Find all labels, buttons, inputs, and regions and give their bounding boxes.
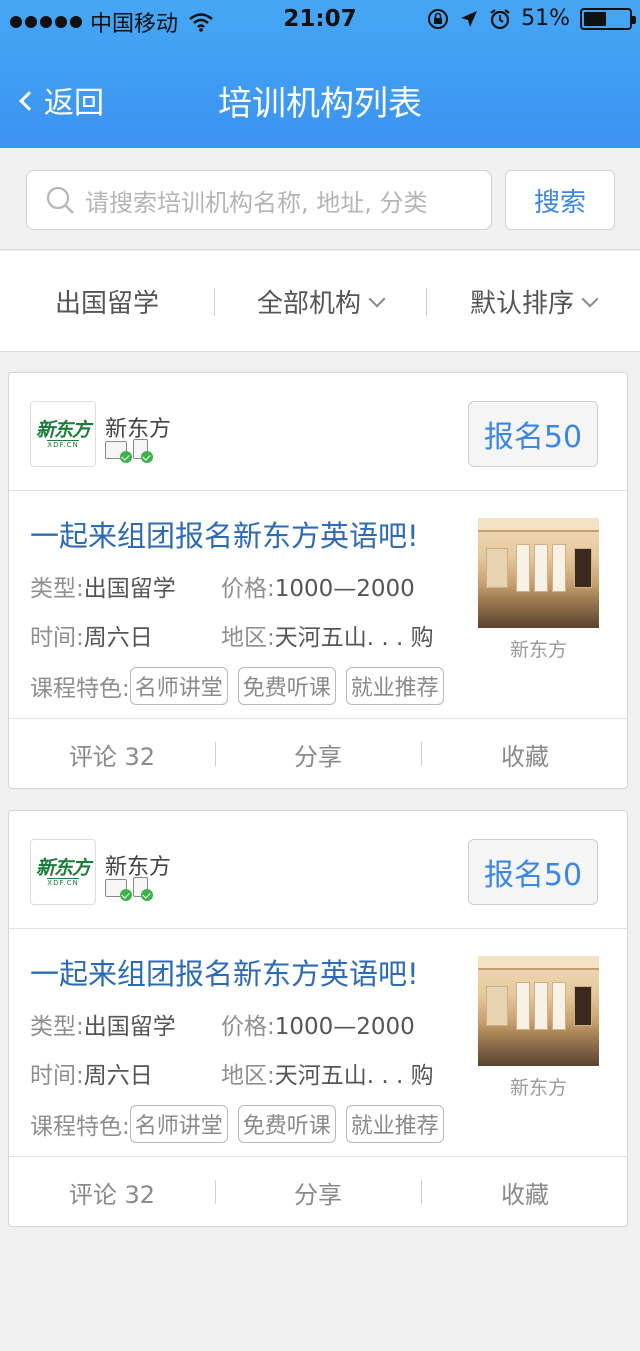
favorite-button[interactable]: 收藏 (421, 1157, 629, 1227)
course-type: 类型:出国留学 (30, 1007, 176, 1041)
filter-category-label: 出国留学 (54, 289, 159, 319)
status-right: 51% (427, 6, 636, 31)
type-label: 类型: (30, 576, 84, 602)
feature-tag: 名师讲堂 (129, 667, 228, 705)
chevron-down-icon (368, 290, 386, 307)
id-verified-icon (105, 879, 132, 901)
phone-verified-icon (133, 439, 153, 463)
type-label: 类型: (30, 1014, 84, 1040)
feature-tag: 名师讲堂 (129, 1105, 228, 1143)
feature-tag: 免费听课 (237, 1105, 336, 1143)
area-label: 地区: (221, 1063, 275, 1089)
course-title[interactable]: 一起来组团报名新东方英语吧! (30, 951, 419, 993)
price-value: 1000—2000 (274, 576, 415, 602)
filter-sort-label: 默认排序 (469, 289, 574, 319)
enroll-button[interactable]: 报名50 (468, 839, 598, 905)
logo-text: 新东方 (35, 418, 91, 441)
share-button[interactable]: 分享 (215, 1157, 421, 1227)
id-verified-icon (105, 441, 132, 463)
area-label: 地区: (221, 625, 275, 651)
share-button[interactable]: 分享 (215, 719, 421, 789)
course-features: 课程特色: 名师讲堂 免费听课 就业推荐 (30, 667, 454, 705)
search-input[interactable]: 请搜索培训机构名称, 地址, 分类 (26, 170, 492, 230)
feature-tag: 就业推荐 (345, 1105, 444, 1143)
battery-percent: 51% (521, 6, 570, 31)
type-value: 出国留学 (83, 576, 176, 602)
org-logo: 新东方 XDF.CN (30, 839, 96, 905)
favorite-button[interactable]: 收藏 (421, 719, 629, 789)
time-label: 时间: (30, 625, 84, 651)
card-actions: 评论 32 分享 收藏 (9, 1156, 627, 1226)
phone-verified-icon (133, 877, 153, 901)
card-actions: 评论 32 分享 收藏 (9, 718, 627, 788)
search-bar: 请搜索培训机构名称, 地址, 分类 搜索 (0, 148, 640, 250)
filter-org-dropdown[interactable]: 全部机构 (214, 251, 426, 352)
course-title[interactable]: 一起来组团报名新东方英语吧! (30, 513, 419, 555)
filter-org-label: 全部机构 (256, 289, 361, 319)
status-bar: 中国移动 21:07 51% (0, 0, 640, 40)
filter-sort-dropdown[interactable]: 默认排序 (426, 251, 640, 352)
enroll-button[interactable]: 报名50 (468, 401, 598, 467)
feature-tag: 就业推荐 (345, 667, 444, 705)
comments-button[interactable]: 评论 32 (9, 1157, 215, 1227)
verification-badges (105, 877, 153, 901)
page-title: 培训机构列表 (218, 84, 422, 124)
logo-subtext: XDF.CN (47, 439, 79, 449)
rotation-lock-icon (428, 8, 449, 29)
course-time: 时间:周六日 (30, 1056, 153, 1090)
price-label: 价格: (221, 576, 275, 602)
price-value: 1000—2000 (274, 1014, 415, 1040)
card-header: 新东方 XDF.CN 新东方 报名50 (9, 811, 627, 929)
features-label: 课程特色: (30, 1114, 130, 1140)
time-value: 周六日 (83, 625, 153, 651)
alarm-icon (490, 8, 510, 29)
chevron-down-icon (581, 290, 599, 307)
thumbnail-caption: 新东方 (509, 639, 567, 661)
time-label: 时间: (30, 1063, 84, 1089)
filter-category[interactable]: 出国留学 (0, 251, 214, 352)
course-area: 地区:天河五山. . . 购 (221, 618, 434, 652)
course-price: 价格:1000—2000 (221, 1007, 415, 1041)
search-icon (46, 186, 74, 214)
filter-bar: 出国留学 全部机构 默认排序 (0, 251, 640, 352)
feature-tag: 免费听课 (237, 667, 336, 705)
search-placeholder: 请搜索培训机构名称, 地址, 分类 (85, 188, 428, 217)
features-label: 课程特色: (30, 676, 130, 702)
course-area: 地区:天河五山. . . 购 (221, 1056, 434, 1090)
thumbnail-caption: 新东方 (509, 1077, 567, 1099)
verification-badges (105, 439, 153, 463)
course-price: 价格:1000—2000 (221, 569, 415, 603)
course-thumbnail[interactable] (478, 956, 599, 1066)
org-logo: 新东方 XDF.CN (30, 401, 96, 467)
logo-subtext: XDF.CN (47, 877, 79, 887)
battery-fill (584, 11, 606, 26)
search-button[interactable]: 搜索 (505, 170, 615, 230)
comments-button[interactable]: 评论 32 (9, 719, 215, 789)
course-features: 课程特色: 名师讲堂 免费听课 就业推荐 (30, 1105, 454, 1143)
course-thumbnail[interactable] (478, 518, 599, 628)
battery-icon (580, 7, 636, 30)
course-time: 时间:周六日 (30, 618, 153, 652)
org-card[interactable]: 新东方 XDF.CN 新东方 报名50 一起来组团报名新东方英语吧! 类型:出国… (8, 372, 628, 789)
card-header: 新东方 XDF.CN 新东方 报名50 (9, 373, 627, 491)
org-card[interactable]: 新东方 XDF.CN 新东方 报名50 一起来组团报名新东方英语吧! 类型:出国… (8, 810, 628, 1227)
area-value: 天河五山. . . 购 (274, 625, 434, 651)
logo-text: 新东方 (35, 856, 91, 879)
area-value: 天河五山. . . 购 (274, 1063, 434, 1089)
app-header: 中国移动 21:07 51% 返回 培训机构列表 (0, 0, 640, 148)
type-value: 出国留学 (83, 1014, 176, 1040)
location-arrow-icon (461, 10, 478, 27)
course-type: 类型:出国留学 (30, 569, 176, 603)
time-value: 周六日 (83, 1063, 153, 1089)
price-label: 价格: (221, 1014, 275, 1040)
